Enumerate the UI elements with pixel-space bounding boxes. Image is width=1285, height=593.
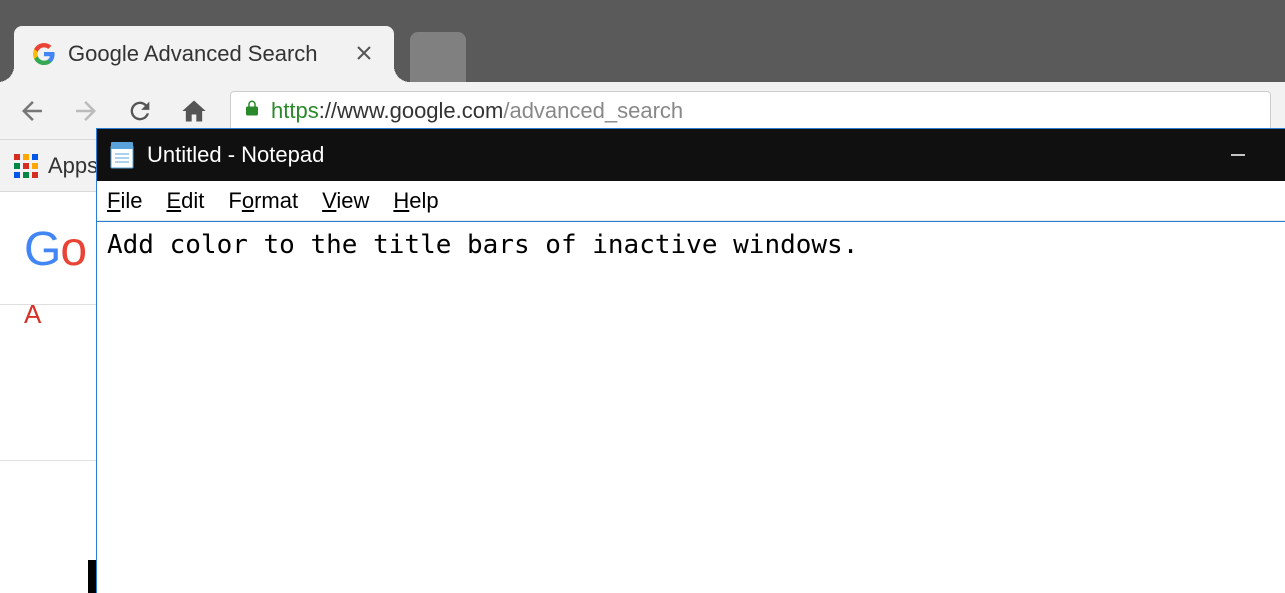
chrome-tabstrip: Google Advanced Search — [0, 0, 1285, 82]
notepad-window: Untitled - Notepad File Edit Format View… — [96, 128, 1285, 593]
menu-edit[interactable]: Edit — [166, 188, 204, 214]
page-divider — [0, 304, 96, 305]
url-domain: ://www.google.com — [319, 98, 504, 124]
address-bar[interactable]: https://www.google.com/advanced_search — [230, 91, 1271, 131]
notepad-app-icon — [109, 140, 135, 170]
page-divider — [0, 460, 96, 461]
url-scheme: https — [271, 98, 319, 124]
window-minimize-button[interactable] — [1203, 129, 1273, 181]
apps-grid-icon[interactable] — [14, 154, 38, 178]
notepad-text-area[interactable]: Add color to the title bars of inactive … — [97, 221, 1285, 593]
tab-close-icon[interactable] — [352, 41, 376, 67]
apps-label[interactable]: Apps — [48, 153, 98, 179]
lock-icon — [243, 98, 261, 124]
google-favicon-icon — [32, 42, 56, 66]
nav-back-icon[interactable] — [14, 93, 50, 129]
menu-help[interactable]: Help — [393, 188, 438, 214]
url-path: /advanced_search — [503, 98, 683, 124]
chrome-tab-inactive-stub[interactable] — [410, 32, 466, 82]
nav-reload-icon[interactable] — [122, 93, 158, 129]
chrome-tab-title: Google Advanced Search — [68, 41, 352, 67]
background-window-edge — [88, 560, 96, 593]
menu-format[interactable]: Format — [228, 188, 298, 214]
nav-forward-icon[interactable] — [68, 93, 104, 129]
chrome-tab-active[interactable]: Google Advanced Search — [14, 26, 394, 82]
menu-file[interactable]: File — [107, 188, 142, 214]
notepad-titlebar[interactable]: Untitled - Notepad — [97, 129, 1285, 181]
menu-view[interactable]: View — [322, 188, 369, 214]
notepad-menubar: File Edit Format View Help — [97, 181, 1285, 221]
nav-home-icon[interactable] — [176, 93, 212, 129]
notepad-title: Untitled - Notepad — [147, 142, 1203, 168]
